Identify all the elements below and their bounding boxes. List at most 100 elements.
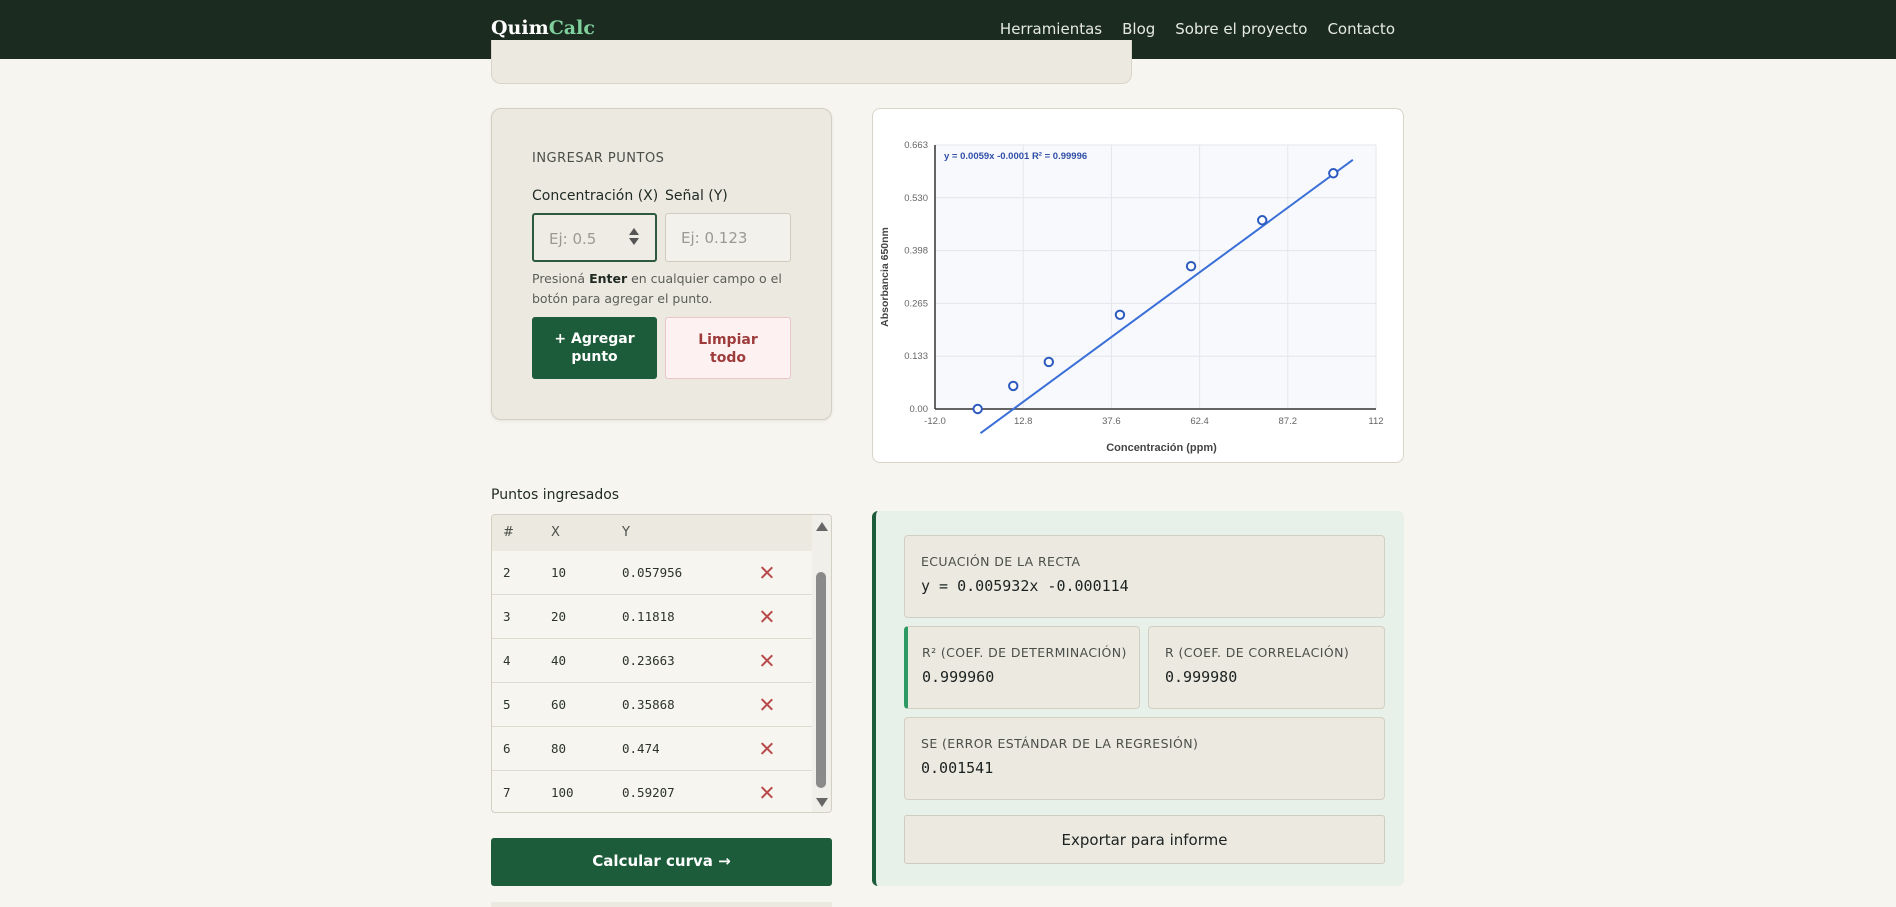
row-index: 6 bbox=[503, 741, 511, 756]
row-y: 0.474 bbox=[622, 741, 660, 756]
data-point bbox=[1008, 380, 1019, 392]
delete-icon[interactable] bbox=[760, 697, 774, 711]
delete-icon[interactable] bbox=[760, 741, 774, 755]
table-row: 3 20 0.11818 bbox=[492, 595, 812, 639]
spinner-up-icon[interactable] bbox=[629, 228, 639, 235]
row-index: 7 bbox=[503, 785, 511, 800]
equation-card: ECUACIÓN DE LA RECTA y = 0.005932x -0.00… bbox=[904, 535, 1385, 618]
points-table-title: Puntos ingresados bbox=[491, 487, 620, 503]
row-x: 20 bbox=[551, 609, 567, 624]
delete-icon[interactable] bbox=[760, 785, 774, 799]
table-row: 2 10 0.057956 bbox=[492, 551, 812, 595]
data-point bbox=[1328, 168, 1339, 179]
x-axis-label: Concentración (ppm) bbox=[1106, 442, 1217, 454]
table-header: # X Y bbox=[492, 515, 812, 551]
nav-link-sobre-el-proyecto[interactable]: Sobre el proyecto bbox=[1175, 20, 1307, 38]
se-label: SE (ERROR ESTÁNDAR DE LA REGRESIÓN) bbox=[921, 736, 1199, 751]
y-tick-label: 0.133 bbox=[904, 351, 928, 362]
calibration-chart: -12.0 12.8 37.6 62.4 87.2 112 0.00 0.133 0.265 0.… bbox=[879, 140, 1384, 454]
clear-all-label-line2: todo bbox=[710, 350, 746, 366]
logo[interactable]: QuimCalc bbox=[491, 17, 595, 39]
hint-text-start: Presioná bbox=[532, 271, 590, 286]
r2-label: R² (COEF. DE DETERMINACIÓN) bbox=[922, 645, 1127, 660]
clear-all-label-line1: Limpiar bbox=[698, 332, 758, 348]
y-tick-label: 0.663 bbox=[904, 140, 928, 151]
table-row: 4 40 0.23663 bbox=[492, 639, 812, 683]
y-tick-label: 0.00 bbox=[910, 404, 929, 415]
y-input-placeholder: Ej: 0.123 bbox=[681, 229, 748, 247]
delete-icon[interactable] bbox=[760, 565, 774, 579]
input-hint: Presioná Enter en cualquier campo o el b… bbox=[532, 269, 782, 309]
row-x: 60 bbox=[551, 697, 567, 712]
y-tick-label: 0.530 bbox=[904, 193, 928, 204]
export-report-button[interactable]: Exportar para informe bbox=[904, 815, 1385, 864]
row-x: 10 bbox=[551, 565, 567, 580]
data-point bbox=[1043, 356, 1055, 368]
col-header-y: Y bbox=[622, 525, 630, 540]
scroll-down-icon[interactable] bbox=[816, 798, 828, 807]
signal-y-input[interactable]: Ej: 0.123 bbox=[665, 213, 791, 262]
row-x: 40 bbox=[551, 653, 567, 668]
data-point bbox=[1256, 215, 1268, 226]
r2-card: R² (COEF. DE DETERMINACIÓN) 0.999960 bbox=[904, 626, 1140, 709]
x-tick-label: 112 bbox=[1368, 416, 1383, 427]
x-tick-label: 37.6 bbox=[1102, 416, 1121, 427]
r2-value: 0.999960 bbox=[922, 668, 995, 686]
add-point-label-line1: + Agregar bbox=[554, 331, 635, 347]
row-index: 4 bbox=[503, 653, 511, 668]
nav-link-contacto[interactable]: Contacto bbox=[1327, 20, 1395, 38]
x-input-placeholder: Ej: 0.5 bbox=[549, 230, 597, 248]
row-index: 3 bbox=[503, 609, 511, 624]
spinner-down-icon[interactable] bbox=[629, 238, 639, 245]
hint-key: Enter bbox=[589, 271, 628, 286]
data-point bbox=[1185, 260, 1197, 272]
scroll-up-icon[interactable] bbox=[816, 522, 828, 531]
main-nav: Herramientas Blog Sobre el proyecto Cont… bbox=[1000, 20, 1395, 38]
y-tick-label: 0.265 bbox=[904, 298, 928, 309]
x-tick-label: 62.4 bbox=[1190, 416, 1209, 427]
row-y: 0.23663 bbox=[622, 653, 675, 668]
delete-icon[interactable] bbox=[760, 653, 774, 667]
data-point bbox=[1114, 309, 1126, 320]
r-card: R (COEF. DE CORRELACIÓN) 0.999980 bbox=[1148, 626, 1385, 709]
concentration-x-input[interactable]: Ej: 0.5 bbox=[532, 213, 657, 262]
col-header-index: # bbox=[503, 525, 514, 540]
row-x: 80 bbox=[551, 741, 567, 756]
add-point-button[interactable]: + Agregar punto bbox=[532, 317, 657, 379]
input-section-title: INGRESAR PUNTOS bbox=[532, 151, 665, 166]
previous-card-bottom bbox=[491, 40, 1132, 84]
y-axis-label: Absorbancia 650nm bbox=[879, 227, 891, 327]
next-card-top bbox=[491, 902, 832, 907]
row-x: 100 bbox=[551, 785, 574, 800]
row-y: 0.35868 bbox=[622, 697, 675, 712]
data-point bbox=[972, 403, 983, 415]
number-spinner[interactable] bbox=[629, 228, 639, 245]
row-index: 5 bbox=[503, 697, 511, 712]
table-row: 7 100 0.59207 bbox=[492, 771, 812, 812]
y-tick-label: 0.398 bbox=[904, 246, 928, 257]
row-y: 0.11818 bbox=[622, 609, 675, 624]
table-row: 6 80 0.474 bbox=[492, 727, 812, 771]
logo-text-main: Quim bbox=[491, 17, 549, 39]
nav-link-herramientas[interactable]: Herramientas bbox=[1000, 20, 1102, 38]
calculate-curve-button[interactable]: Calcular curva → bbox=[491, 838, 832, 886]
calibration-chart-card: -12.0 12.8 37.6 62.4 87.2 112 0.00 0.133 0.265 0.… bbox=[872, 108, 1404, 463]
results-panel: ECUACIÓN DE LA RECTA y = 0.005932x -0.00… bbox=[872, 511, 1404, 886]
nav-link-blog[interactable]: Blog bbox=[1122, 20, 1155, 38]
delete-icon[interactable] bbox=[760, 609, 774, 623]
points-table: # X Y 2 10 0.057956 3 20 0.11818 4 40 0.… bbox=[491, 514, 832, 813]
input-points-card: INGRESAR PUNTOS Concentración (X) Señal … bbox=[491, 108, 832, 420]
equation-value: y = 0.005932x -0.000114 bbox=[921, 577, 1129, 595]
col-header-x: X bbox=[551, 525, 560, 540]
scrollbar-thumb[interactable] bbox=[816, 572, 826, 788]
se-card: SE (ERROR ESTÁNDAR DE LA REGRESIÓN) 0.00… bbox=[904, 717, 1385, 800]
x-field-label: Concentración (X) bbox=[532, 188, 659, 204]
table-scrollbar[interactable] bbox=[812, 515, 831, 812]
fit-equation-annotation: y = 0.0059x -0.0001 R² = 0.99996 bbox=[944, 151, 1087, 162]
clear-all-button[interactable]: Limpiar todo bbox=[665, 317, 791, 379]
se-value: 0.001541 bbox=[921, 759, 994, 777]
y-field-label: Señal (Y) bbox=[665, 188, 728, 204]
x-tick-label: 87.2 bbox=[1279, 416, 1298, 427]
x-tick-label: 12.8 bbox=[1014, 416, 1032, 427]
table-row: 5 60 0.35868 bbox=[492, 683, 812, 727]
